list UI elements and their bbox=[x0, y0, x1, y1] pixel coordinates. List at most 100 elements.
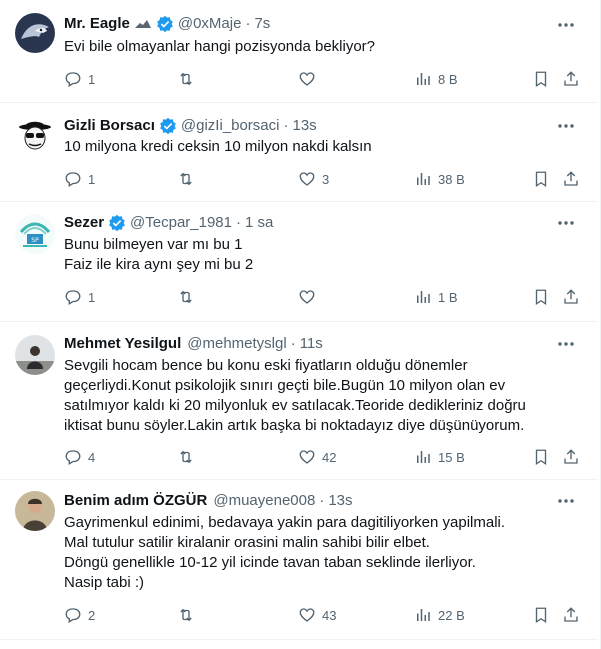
reply-button[interactable]: 2 bbox=[64, 606, 95, 624]
timestamp[interactable]: 13s bbox=[328, 491, 352, 511]
more-options-icon[interactable] bbox=[556, 491, 576, 511]
bookmark-button[interactable] bbox=[532, 70, 550, 88]
bookmark-button[interactable] bbox=[532, 170, 550, 188]
user-handle[interactable]: @muayene008 bbox=[213, 491, 315, 511]
logo-avatar[interactable]: SP bbox=[15, 214, 55, 254]
views-button[interactable]: 38 B bbox=[414, 170, 465, 188]
view-count: 22 B bbox=[438, 607, 465, 623]
separator-dot: · bbox=[319, 492, 325, 509]
like-count: 43 bbox=[322, 607, 337, 623]
tweet-text-line: satılmıyor kaldı ki 20 milyonluk ev satı… bbox=[64, 397, 526, 414]
share-button[interactable] bbox=[562, 288, 580, 306]
like-button[interactable]: 42 bbox=[298, 448, 336, 466]
timestamp[interactable]: 13s bbox=[292, 116, 316, 136]
person-avatar[interactable] bbox=[15, 491, 55, 531]
tweet-text-line: Faiz ile kira aynı şey mi bu 2 bbox=[64, 256, 254, 273]
timestamp[interactable]: 7s bbox=[254, 14, 270, 34]
tweet-text-line: Bunu bilmeyen var mı bu 1 bbox=[64, 236, 243, 253]
reply-icon bbox=[65, 290, 81, 305]
share-button[interactable] bbox=[562, 70, 580, 88]
heart-icon bbox=[299, 290, 315, 304]
share-button[interactable] bbox=[562, 606, 580, 624]
tweet[interactable]: SP Sezer @Tecpar_1981 · 1 sa Bunu bilmey… bbox=[0, 202, 598, 322]
share-button[interactable] bbox=[562, 448, 580, 466]
more-options-icon[interactable] bbox=[556, 213, 576, 233]
views-button[interactable]: 22 B bbox=[414, 606, 465, 624]
separator-dot: · bbox=[283, 117, 289, 134]
view-count: 1 B bbox=[438, 289, 458, 305]
tweet[interactable]: Gizli Borsacı @gizIi_borsaci · 13s 10 mi… bbox=[0, 103, 598, 202]
more-options-icon[interactable] bbox=[556, 334, 576, 354]
retweet-button[interactable] bbox=[177, 606, 201, 624]
reply-icon bbox=[65, 608, 81, 623]
views-button[interactable]: 8 B bbox=[414, 70, 458, 88]
retweet-button[interactable] bbox=[177, 70, 201, 88]
more-options-icon[interactable] bbox=[556, 15, 576, 35]
tweet[interactable]: Benim adım ÖZGÜR @muayene008 · 13s Gayri… bbox=[0, 480, 598, 640]
user-handle[interactable]: @Tecpar_1981 bbox=[130, 213, 232, 233]
tweet-actions: 2 43 22 B bbox=[64, 606, 584, 626]
analytics-icon bbox=[417, 609, 430, 621]
heart-icon bbox=[299, 608, 315, 622]
more-options-icon[interactable] bbox=[556, 116, 576, 136]
tweet[interactable]: Mehmet Yesilgul @mehmetyslgl · 11s Sevgi… bbox=[0, 322, 598, 480]
bookmark-button[interactable] bbox=[532, 606, 550, 624]
tweet-text-line: geçerliydi.Konut psikolojik sınırı geçti… bbox=[64, 377, 506, 394]
svg-text:SP: SP bbox=[31, 237, 39, 244]
reply-icon bbox=[65, 172, 81, 187]
eagle-emoji-icon bbox=[134, 17, 152, 31]
eagle-avatar[interactable] bbox=[15, 13, 55, 53]
reply-button[interactable]: 1 bbox=[64, 288, 95, 306]
analytics-icon bbox=[417, 291, 430, 303]
retweet-button[interactable] bbox=[177, 448, 201, 466]
tweet-text-line: iktisat bunu söyler.Lakin artık başka bi… bbox=[64, 417, 525, 434]
tweet-text-line: Gayrimenkul edinimi, bedavaya yakin para… bbox=[64, 514, 506, 531]
reply-count: 4 bbox=[88, 449, 96, 465]
like-count: 3 bbox=[322, 171, 330, 187]
masked-face-avatar[interactable] bbox=[15, 114, 55, 154]
bookmark-icon bbox=[535, 71, 547, 88]
like-button[interactable]: 43 bbox=[298, 606, 336, 624]
tweet[interactable]: Mr. Eagle @0xMaje · 7s Evi bile olmayanl… bbox=[0, 0, 598, 103]
view-count: 15 B bbox=[438, 449, 465, 465]
user-handle[interactable]: @0xMaje bbox=[178, 14, 242, 34]
heart-icon bbox=[299, 172, 315, 186]
display-name[interactable]: Sezer bbox=[64, 213, 104, 233]
reply-button[interactable]: 1 bbox=[64, 170, 95, 188]
bookmark-button[interactable] bbox=[532, 448, 550, 466]
display-name[interactable]: Gizli Borsacı bbox=[64, 116, 155, 136]
retweet-button[interactable] bbox=[177, 170, 201, 188]
tweet-text: Sevgili hocam bence bu konu eski fiyatla… bbox=[64, 356, 574, 436]
views-button[interactable]: 15 B bbox=[414, 448, 465, 466]
bookmark-button[interactable] bbox=[532, 288, 550, 306]
retweet-icon bbox=[180, 450, 192, 464]
user-handle[interactable]: @mehmetyslgl bbox=[187, 334, 286, 354]
retweet-button[interactable] bbox=[177, 288, 201, 306]
heart-icon bbox=[299, 450, 315, 464]
display-name[interactable]: Mehmet Yesilgul bbox=[64, 334, 181, 354]
reply-icon bbox=[65, 450, 81, 465]
display-name[interactable]: Benim adım ÖZGÜR bbox=[64, 491, 207, 511]
like-button[interactable]: 3 bbox=[298, 170, 329, 188]
tweet-text: Evi bile olmayanlar hangi pozisyonda bek… bbox=[64, 37, 574, 57]
retweet-icon bbox=[180, 608, 192, 622]
reply-button[interactable]: 1 bbox=[64, 70, 95, 88]
tweet-actions: 1 3 38 B bbox=[64, 170, 584, 190]
share-icon bbox=[564, 171, 578, 186]
user-handle[interactable]: @gizIi_borsaci bbox=[181, 116, 280, 136]
like-button[interactable] bbox=[298, 288, 322, 306]
reply-button[interactable]: 4 bbox=[64, 448, 95, 466]
separator-dot: · bbox=[236, 214, 241, 231]
tweet-text: Bunu bilmeyen var mı bu 1 Faiz ile kira … bbox=[64, 235, 574, 275]
retweet-icon bbox=[180, 172, 192, 186]
share-button[interactable] bbox=[562, 170, 580, 188]
views-button[interactable]: 1 B bbox=[414, 288, 458, 306]
timestamp[interactable]: 1 sa bbox=[245, 213, 273, 233]
view-count: 38 B bbox=[438, 171, 465, 187]
bookmark-icon bbox=[535, 289, 547, 306]
display-name[interactable]: Mr. Eagle bbox=[64, 14, 130, 34]
analytics-icon bbox=[417, 73, 430, 85]
photo-avatar[interactable] bbox=[15, 335, 55, 375]
timestamp[interactable]: 11s bbox=[300, 334, 323, 354]
like-button[interactable] bbox=[298, 70, 322, 88]
